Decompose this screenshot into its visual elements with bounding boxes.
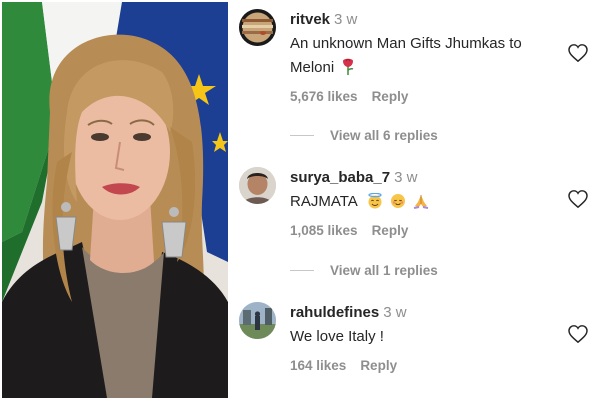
like-heart-icon[interactable] — [568, 190, 588, 208]
comment-username[interactable]: rahuldefines — [290, 304, 379, 321]
view-replies-label[interactable]: View all 6 replies — [330, 128, 438, 143]
reply-button[interactable]: Reply — [360, 358, 397, 373]
jupiter-avatar-icon — [239, 9, 276, 46]
comment-meta: 5,676 likes Reply — [290, 89, 408, 104]
portrait-photo — [2, 2, 228, 398]
comments-panel: ritvek 3 w An unknown Man Gifts Jhumkas t… — [230, 0, 600, 400]
view-replies-button[interactable]: View all 1 replies — [290, 263, 438, 278]
relieved-face-icon — [391, 194, 406, 208]
post-photo — [2, 2, 228, 398]
divider-line — [290, 135, 314, 136]
comment-meta: 1,085 likes Reply — [290, 223, 408, 238]
person-avatar-icon — [239, 167, 276, 204]
likes-count[interactable]: 5,676 likes — [290, 89, 358, 104]
likes-count[interactable]: 1,085 likes — [290, 223, 358, 238]
likes-count[interactable]: 164 likes — [290, 358, 346, 373]
avatar[interactable] — [239, 302, 276, 339]
comment-body: We love Italy ! — [290, 328, 384, 345]
comment-time: 3 w — [383, 304, 407, 321]
comment-text: rahuldefines 3 w We love Italy ! — [290, 301, 560, 349]
comment-body: RAJMATA — [290, 193, 357, 210]
landscape-avatar-icon — [239, 302, 276, 339]
comment-text: ritvek 3 w An unknown Man Gifts Jhumkas t… — [290, 8, 560, 80]
reply-button[interactable]: Reply — [372, 223, 409, 238]
comment-time: 3 w — [334, 11, 358, 28]
comment-meta: 164 likes Reply — [290, 358, 397, 373]
comment-username[interactable]: surya_baba_7 — [290, 169, 390, 186]
comment-username[interactable]: ritvek — [290, 11, 330, 28]
comment-time: 3 w — [394, 169, 418, 186]
rose-icon — [343, 58, 354, 75]
avatar[interactable] — [239, 9, 276, 46]
comment-body: An unknown Man Gifts Jhumkas to — [290, 35, 522, 52]
view-replies-button[interactable]: View all 6 replies — [290, 128, 438, 143]
like-heart-icon[interactable] — [568, 325, 588, 343]
reply-button[interactable]: Reply — [372, 89, 409, 104]
divider-line — [290, 270, 314, 271]
view-replies-label[interactable]: View all 1 replies — [330, 263, 438, 278]
comment-body-continued: Meloni — [290, 59, 335, 76]
like-heart-icon[interactable] — [568, 44, 588, 62]
avatar[interactable] — [239, 167, 276, 204]
halo-face-icon — [368, 193, 382, 209]
comment-text: surya_baba_7 3 w RAJMATA — [290, 166, 560, 214]
folded-hands-icon — [414, 195, 429, 209]
